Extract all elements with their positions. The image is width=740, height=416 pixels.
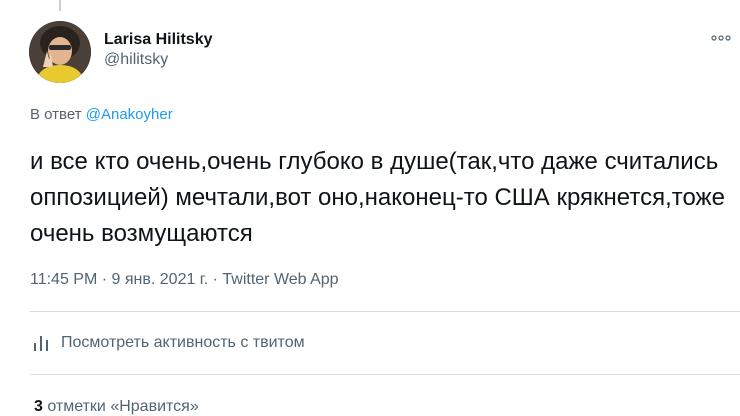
tweet-text: и все кто очень,очень глубоко в душе(так… (30, 148, 725, 247)
author-handle[interactable]: @hilitsky (104, 50, 213, 70)
tweet-date[interactable]: 9 янв. 2021 г. (112, 271, 209, 288)
author-block[interactable]: Larisa Hilitsky @hilitsky (104, 30, 213, 70)
divider (30, 374, 740, 375)
likes-label: отметки «Нравится» (47, 398, 199, 415)
likes-stat[interactable]: 3 отметки «Нравится» (34, 396, 199, 416)
reply-prefix: В ответ (30, 106, 82, 123)
likes-count: 3 (34, 398, 43, 415)
tweet-source-app[interactable]: Twitter Web App (222, 271, 338, 288)
view-activity-link[interactable]: Посмотреть активность с твитом (30, 332, 305, 354)
bar-chart-icon (32, 334, 50, 352)
thread-connector-line (59, 0, 61, 11)
more-options-button[interactable] (708, 28, 734, 48)
tweet-meta: 11:45 PM · 9 янв. 2021 г. · Twitter Web … (30, 269, 339, 291)
divider (30, 311, 740, 312)
reply-mention-link[interactable]: @Anakoyher (86, 106, 173, 123)
meta-separator: · (212, 271, 218, 288)
view-activity-label: Посмотреть активность с твитом (61, 334, 305, 351)
avatar[interactable] (29, 21, 91, 83)
reply-context: В ответ @Anakoyher (30, 105, 173, 125)
author-display-name[interactable]: Larisa Hilitsky (104, 30, 213, 50)
tweet-time[interactable]: 11:45 PM (30, 271, 97, 288)
more-dots-icon (711, 35, 731, 41)
avatar-image (29, 21, 91, 83)
meta-separator: · (101, 271, 108, 288)
